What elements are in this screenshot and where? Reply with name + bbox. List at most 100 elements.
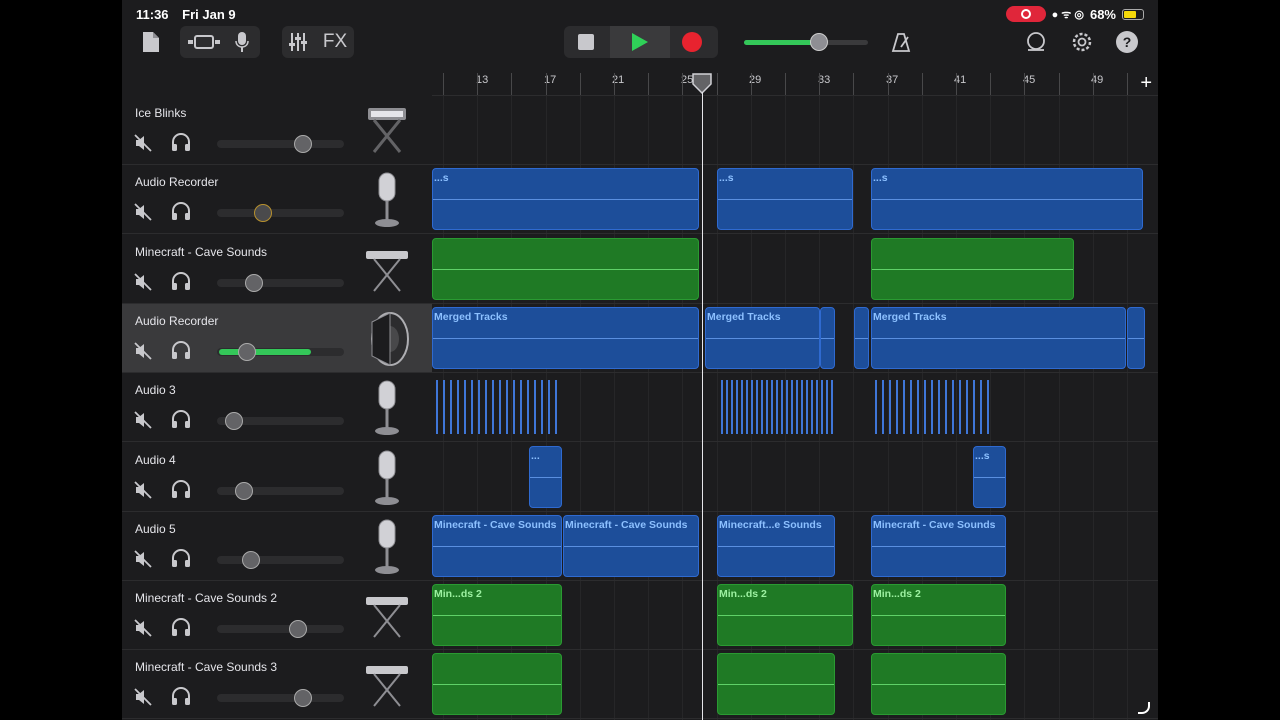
volume-slider[interactable] — [217, 689, 344, 708]
track-header[interactable]: Ice Blinks — [122, 96, 432, 165]
master-volume-slider[interactable] — [744, 33, 868, 51]
keyboard-stand-icon — [362, 241, 414, 297]
track-header[interactable]: Audio 4 — [122, 443, 432, 512]
track-header[interactable]: Minecraft - Cave Sounds — [122, 235, 432, 304]
mute-icon[interactable] — [134, 688, 152, 707]
audio-region[interactable]: Minecraft...e Sounds — [717, 514, 835, 577]
midi-region[interactable] — [432, 653, 562, 716]
mute-icon[interactable] — [134, 134, 152, 152]
audio-region[interactable]: Minecraft - Cave Sounds — [432, 514, 562, 577]
timeline-ruler[interactable]: + 13 17 21 25 29 33 37 41 45 49 — [432, 70, 1158, 96]
midi-region[interactable] — [432, 237, 699, 300]
microphone-icon — [362, 171, 414, 228]
headphones-icon[interactable] — [170, 686, 192, 706]
volume-slider[interactable] — [217, 550, 344, 569]
midi-region[interactable] — [871, 237, 1074, 300]
midi-region[interactable]: Min...ds 2 — [871, 584, 1006, 647]
audio-region[interactable]: Minecraft - Cave Sounds — [563, 514, 699, 577]
volume-slider[interactable] — [217, 135, 344, 153]
volume-slider[interactable] — [217, 273, 344, 292]
midi-region[interactable] — [717, 653, 835, 716]
volume-knob[interactable] — [245, 273, 263, 292]
midi-region[interactable]: Min...ds 2 — [432, 584, 562, 647]
audio-region[interactable] — [1127, 306, 1145, 369]
audio-region[interactable]: ...s — [432, 168, 699, 231]
play-button[interactable] — [610, 26, 670, 58]
screen-recording-icon[interactable] — [1005, 6, 1046, 22]
midi-region[interactable] — [871, 653, 1006, 716]
track-header[interactable]: Audio 5 — [122, 512, 432, 581]
volume-slider[interactable] — [217, 342, 344, 361]
master-volume-knob[interactable] — [810, 33, 828, 51]
volume-knob[interactable] — [242, 550, 260, 569]
volume-slider[interactable] — [217, 412, 344, 431]
fx-button[interactable]: FX — [320, 30, 350, 54]
help-icon[interactable]: ? — [1116, 31, 1138, 53]
headphones-icon[interactable] — [170, 548, 192, 568]
microphone-icon[interactable] — [230, 30, 254, 54]
volume-knob[interactable] — [238, 342, 256, 361]
mixer-icon[interactable] — [286, 30, 310, 54]
headphones-icon[interactable] — [170, 409, 192, 429]
waveform-spike — [959, 380, 961, 435]
track-header[interactable]: Audio 3 — [122, 373, 432, 443]
mute-icon[interactable] — [134, 411, 152, 429]
track-header[interactable]: Audio Recorder — [122, 303, 432, 373]
headphones-icon[interactable] — [170, 617, 192, 637]
audio-region[interactable]: ...s — [871, 168, 1143, 231]
mute-icon[interactable] — [134, 203, 152, 221]
volume-slider[interactable] — [217, 481, 344, 500]
track-name: Ice Blinks — [135, 106, 187, 120]
track-header[interactable]: Minecraft - Cave Sounds 3 — [122, 650, 432, 720]
playhead-handle[interactable] — [691, 72, 713, 94]
audio-region[interactable] — [871, 376, 996, 438]
audio-region[interactable]: Merged Tracks — [432, 306, 699, 369]
mute-icon[interactable] — [134, 619, 152, 637]
audio-region[interactable] — [854, 306, 869, 369]
audio-region[interactable]: Minecraft - Cave Sounds — [871, 514, 1006, 577]
headphones-icon[interactable] — [170, 479, 192, 499]
headphones-icon[interactable] — [170, 201, 192, 221]
playhead-line — [702, 92, 703, 720]
volume-knob[interactable] — [294, 689, 312, 708]
track-header[interactable]: Minecraft - Cave Sounds 2 — [122, 581, 432, 651]
volume-slider[interactable] — [217, 204, 344, 223]
track-view-icon[interactable] — [186, 30, 222, 54]
audio-region[interactable] — [820, 306, 835, 369]
record-icon[interactable] — [682, 32, 702, 52]
volume-knob[interactable] — [235, 481, 253, 500]
volume-knob[interactable] — [289, 620, 307, 639]
volume-knob[interactable] — [225, 412, 243, 431]
add-section-icon[interactable]: + — [1140, 72, 1152, 95]
volume-slider[interactable] — [217, 620, 344, 639]
volume-knob[interactable] — [254, 204, 272, 223]
waveform-spike — [478, 380, 480, 435]
loop-icon[interactable] — [1024, 30, 1048, 54]
audio-region[interactable] — [432, 376, 562, 438]
volume-knob[interactable] — [294, 135, 312, 153]
audio-region[interactable]: ... — [529, 445, 562, 508]
waveform-line — [530, 476, 561, 478]
settings-icon[interactable] — [1070, 30, 1094, 54]
headphones-icon[interactable] — [170, 271, 192, 291]
mute-icon[interactable] — [134, 550, 152, 568]
tracks-area[interactable]: ...s ...s ...s Merged Tracks Merged Tracks Me… — [432, 96, 1158, 720]
region-label: ... — [531, 449, 540, 462]
audio-region[interactable]: ...s — [717, 168, 853, 231]
track-header[interactable]: Audio Recorder — [122, 165, 432, 235]
track-lane[interactable] — [432, 96, 1158, 165]
waveform-spike — [882, 380, 884, 435]
document-icon[interactable] — [140, 30, 162, 54]
headphones-icon[interactable] — [170, 132, 192, 152]
midi-region[interactable]: Min...ds 2 — [717, 584, 853, 647]
mute-icon[interactable] — [134, 480, 152, 499]
mute-icon[interactable] — [134, 272, 152, 291]
headphones-icon[interactable] — [170, 340, 192, 360]
audio-region[interactable]: Merged Tracks — [871, 306, 1126, 369]
audio-region[interactable]: ...s — [973, 445, 1006, 508]
stop-icon[interactable] — [578, 34, 594, 50]
metronome-icon[interactable] — [890, 30, 912, 54]
audio-region[interactable]: Merged Tracks — [705, 306, 820, 369]
audio-region[interactable] — [717, 376, 837, 438]
mute-icon[interactable] — [134, 342, 152, 360]
